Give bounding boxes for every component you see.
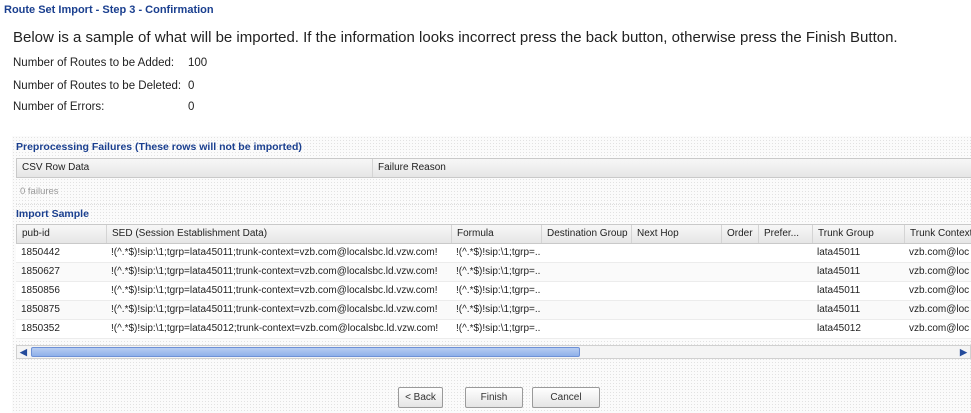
column-header-formula[interactable]: Formula xyxy=(452,225,542,243)
column-header-csv-row-data[interactable]: CSV Row Data xyxy=(17,159,373,177)
finish-button[interactable]: Finish xyxy=(465,387,523,408)
table-row[interactable]: 1850627 !(^.*$)!sip:\1;tgrp=lata45011;tr… xyxy=(16,263,971,282)
stat-value: 0 xyxy=(188,80,195,92)
cell-next-hop xyxy=(631,282,721,300)
cell-formula: !(^.*$)!sip:\1;tgrp=... xyxy=(456,247,541,258)
cell-pub-id: 1850875 xyxy=(21,304,60,315)
column-header-trunk-context[interactable]: Trunk Context xyxy=(905,225,971,243)
cell-order xyxy=(721,263,758,281)
cell-next-hop xyxy=(631,263,721,281)
stat-label: Number of Errors: xyxy=(13,101,105,113)
column-header-order[interactable]: Order xyxy=(722,225,759,243)
cell-pub-id: 1850627 xyxy=(21,266,60,277)
table-row[interactable]: 1850352 !(^.*$)!sip:\1;tgrp=lata45012;tr… xyxy=(16,320,971,339)
cell-sed: !(^.*$)!sip:\1;tgrp=lata45011;trunk-cont… xyxy=(111,247,438,258)
cell-destination-group xyxy=(541,301,631,319)
cell-trunk-context: vzb.com@loc xyxy=(909,247,970,258)
cell-sed: !(^.*$)!sip:\1;tgrp=lata45012;trunk-cont… xyxy=(111,323,439,334)
cell-sed: !(^.*$)!sip:\1;tgrp=lata45011;trunk-cont… xyxy=(111,266,438,277)
cell-destination-group xyxy=(541,282,631,300)
column-header-destination-group[interactable]: Destination Group xyxy=(542,225,632,243)
chevron-right-icon[interactable]: ▶ xyxy=(957,346,970,358)
cell-trunk-group: lata45011 xyxy=(817,247,861,258)
cell-trunk-group: lata45012 xyxy=(817,323,861,334)
cell-trunk-context: vzb.com@loc xyxy=(909,304,970,315)
cell-formula: !(^.*$)!sip:\1;tgrp=... xyxy=(456,323,541,334)
cell-next-hop xyxy=(631,301,721,319)
cell-formula: !(^.*$)!sip:\1;tgrp=... xyxy=(456,266,541,277)
cell-trunk-context: vzb.com@loc xyxy=(909,323,970,334)
column-header-trunk-group[interactable]: Trunk Group xyxy=(813,225,905,243)
cell-destination-group xyxy=(541,263,631,281)
intro-text: Below is a sample of what will be import… xyxy=(13,29,898,46)
column-header-pub-id[interactable]: pub-id xyxy=(17,225,107,243)
cell-destination-group xyxy=(541,244,631,262)
stat-value: 100 xyxy=(188,57,208,69)
cancel-button[interactable]: Cancel xyxy=(532,387,600,408)
import-grid-header: pub-id SED (Session Establishment Data) … xyxy=(16,224,971,244)
stat-routes-added: Number of Routes to be Added: 100 xyxy=(13,57,207,69)
preprocessing-grid-header: CSV Row Data Failure Reason xyxy=(16,158,971,178)
cell-order xyxy=(721,282,758,300)
stat-label: Number of Routes to be Deleted: xyxy=(13,80,182,92)
stat-routes-deleted: Number of Routes to be Deleted: 0 xyxy=(13,80,194,92)
import-sample-title: Import Sample xyxy=(16,208,89,220)
cell-order xyxy=(721,301,758,319)
cell-pub-id: 1850352 xyxy=(21,323,60,334)
scrollbar-thumb[interactable] xyxy=(31,347,580,357)
back-button[interactable]: < Back xyxy=(398,387,443,408)
cell-formula: !(^.*$)!sip:\1;tgrp=... xyxy=(456,285,541,296)
cell-preference xyxy=(758,320,812,338)
preprocessing-title: Preprocessing Failures (These rows will … xyxy=(16,141,302,153)
table-row[interactable]: 1850442 !(^.*$)!sip:\1;tgrp=lata45011;tr… xyxy=(16,244,971,263)
wizard-title: Route Set Import - Step 3 - Confirmation xyxy=(4,4,214,16)
stat-label: Number of Routes to be Added: xyxy=(13,57,175,69)
cell-destination-group xyxy=(541,320,631,338)
cell-trunk-group: lata45011 xyxy=(817,266,861,277)
cell-formula: !(^.*$)!sip:\1;tgrp=... xyxy=(456,304,541,315)
column-header-sed[interactable]: SED (Session Establishment Data) xyxy=(107,225,452,243)
stat-value: 0 xyxy=(188,101,195,113)
cell-next-hop xyxy=(631,244,721,262)
table-row[interactable]: 1850856 !(^.*$)!sip:\1;tgrp=lata45011;tr… xyxy=(16,282,971,301)
cell-order xyxy=(721,320,758,338)
cell-sed: !(^.*$)!sip:\1;tgrp=lata45011;trunk-cont… xyxy=(111,304,438,315)
grids-area: Preprocessing Failures (These rows will … xyxy=(12,136,971,413)
cell-next-hop xyxy=(631,320,721,338)
cell-order xyxy=(721,244,758,262)
cell-preference xyxy=(758,301,812,319)
column-header-preference[interactable]: Prefer... xyxy=(759,225,813,243)
cell-sed: !(^.*$)!sip:\1;tgrp=lata45011;trunk-cont… xyxy=(111,285,438,296)
cell-preference xyxy=(758,282,812,300)
cell-pub-id: 1850856 xyxy=(21,285,60,296)
horizontal-scrollbar[interactable]: ◀ ▶ xyxy=(16,345,971,359)
column-header-next-hop[interactable]: Next Hop xyxy=(632,225,722,243)
cell-preference xyxy=(758,244,812,262)
chevron-left-icon[interactable]: ◀ xyxy=(17,346,30,358)
stat-errors: Number of Errors: 0 xyxy=(13,101,194,113)
cell-preference xyxy=(758,263,812,281)
cell-trunk-context: vzb.com@loc xyxy=(909,285,970,296)
cell-trunk-context: vzb.com@loc xyxy=(909,266,970,277)
cell-trunk-group: lata45011 xyxy=(817,285,861,296)
column-header-failure-reason[interactable]: Failure Reason xyxy=(373,159,971,177)
cell-pub-id: 1850442 xyxy=(21,247,60,258)
preprocessing-empty-text: 0 failures xyxy=(16,180,971,205)
table-row[interactable]: 1850875 !(^.*$)!sip:\1;tgrp=lata45011;tr… xyxy=(16,301,971,320)
cell-trunk-group: lata45011 xyxy=(817,304,861,315)
